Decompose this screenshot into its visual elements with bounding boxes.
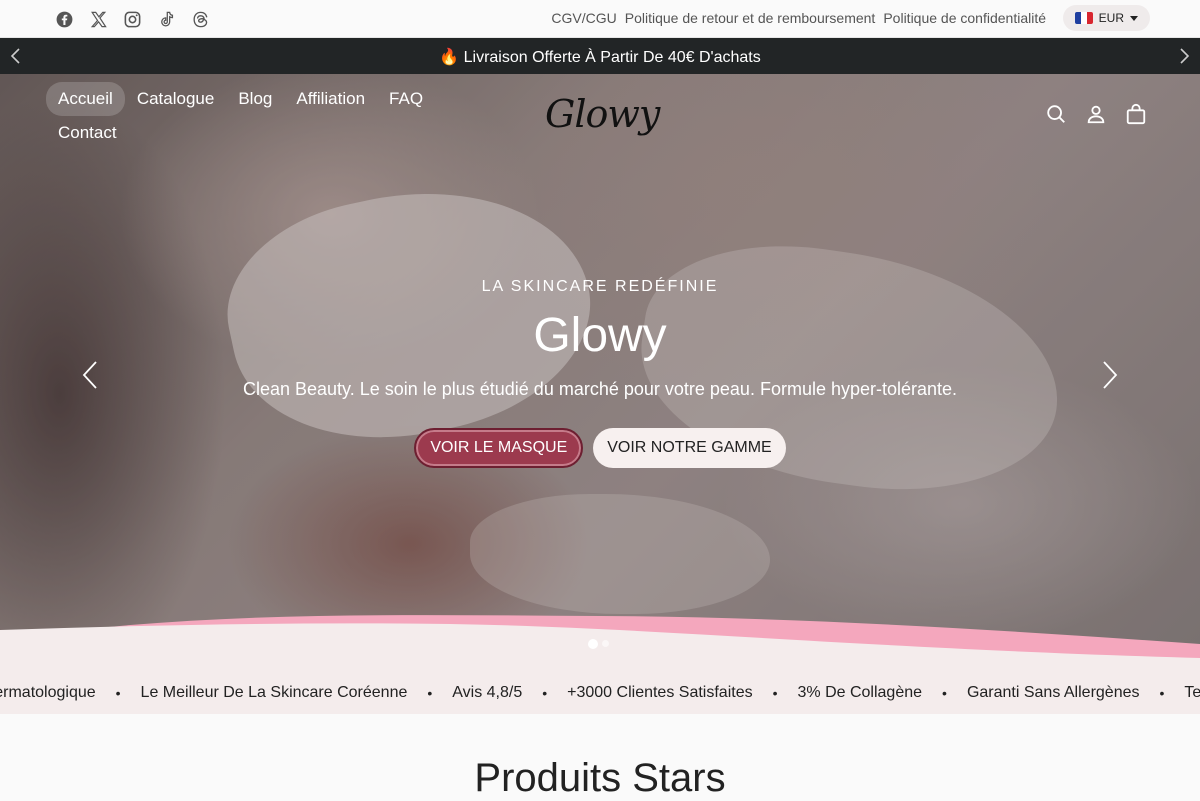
threads-icon[interactable]: [190, 9, 210, 29]
main-nav: Accueil Catalogue Blog Affiliation FAQ C…: [46, 82, 446, 150]
view-mask-button[interactable]: VOIR LE MASQUE: [414, 428, 584, 468]
marquee-text: Avis 4,8/5: [452, 684, 523, 701]
chevron-down-icon: [1130, 15, 1138, 21]
bullet-icon: •: [115, 685, 121, 701]
marquee-item: +3000 Clientes Satisfaites •: [567, 684, 797, 702]
search-icon[interactable]: [1044, 102, 1068, 126]
link-refund-policy[interactable]: Politique de retour et de remboursement: [625, 10, 876, 26]
slide-dot-1[interactable]: [588, 639, 598, 649]
france-flag-icon: [1074, 12, 1093, 24]
nav-item-affiliation[interactable]: Affiliation: [284, 82, 377, 116]
marquee-item: Le Meilleur De La Skincare Coréenne •: [141, 684, 453, 702]
bullet-icon: •: [1159, 685, 1165, 701]
bullet-icon: •: [772, 685, 778, 701]
marquee-text: Testé Dermatologique: [0, 684, 96, 701]
nav-item-accueil[interactable]: Accueil: [46, 82, 125, 116]
benefits-marquee: Testé Dermatologique • Le Meilleur De La …: [0, 672, 1200, 714]
marquee-text: Le Meilleur De La Skincare Coréenne: [140, 684, 408, 701]
cart-icon[interactable]: [1124, 102, 1148, 126]
bullet-icon: •: [427, 685, 433, 701]
hero-subtitle: LA SKINCARE REDÉFINIE: [481, 278, 719, 295]
marquee-track: Testé Dermatologique • Le Meilleur De La …: [0, 684, 1200, 702]
slide-indicators: [588, 639, 609, 649]
currency-code: EUR: [1098, 11, 1124, 25]
bullet-icon: •: [542, 685, 548, 701]
slide-dot-2[interactable]: [602, 640, 609, 647]
nav-item-blog[interactable]: Blog: [226, 82, 284, 116]
bullet-icon: •: [942, 685, 947, 701]
nav-item-faq[interactable]: FAQ: [377, 82, 435, 116]
social-links: [54, 9, 210, 29]
announcement-bar: 🔥 Livraison Offerte À Partir De 40€ D'ac…: [0, 38, 1200, 74]
marquee-text: +3000 Clientes Satisfaites: [567, 684, 753, 701]
marquee-item: Garanti Sans Allergènes •: [967, 684, 1184, 702]
brand-logo[interactable]: Glowy: [545, 84, 660, 144]
utility-bar: CGV/CGU Politique de retour et de rembou…: [0, 0, 1200, 38]
nav-item-contact[interactable]: Contact: [46, 116, 129, 150]
hero-banner: Accueil Catalogue Blog Affiliation FAQ C…: [0, 74, 1200, 644]
section-title: Produits Stars: [474, 756, 726, 800]
tiktok-icon[interactable]: [156, 9, 176, 29]
hero-description: Clean Beauty. Le soin le plus étudié du …: [242, 379, 958, 399]
link-cgv[interactable]: CGV/CGU: [551, 10, 616, 26]
announcement-text: 🔥 Livraison Offerte À Partir De 40€ D'ac…: [439, 49, 761, 66]
marquee-item: Avis 4,8/5 •: [452, 684, 567, 702]
hero-actions: VOIR LE MASQUE VOIR NOTRE GAMME: [0, 428, 1200, 468]
marquee-text: Testé Dermatologique: [1184, 684, 1200, 701]
marquee-item: Testé Dermatologique: [1184, 684, 1200, 702]
marquee-text: Garanti Sans Allergènes: [966, 684, 1140, 701]
link-privacy-policy[interactable]: Politique de confidentialité: [883, 10, 1046, 26]
currency-selector[interactable]: EUR: [1062, 5, 1150, 31]
nav-item-catalogue[interactable]: Catalogue: [125, 82, 227, 116]
view-range-button[interactable]: VOIR NOTRE GAMME: [593, 428, 786, 468]
hero-title: Glowy: [533, 309, 667, 362]
instagram-icon[interactable]: [122, 9, 142, 29]
account-icon[interactable]: [1084, 102, 1108, 126]
marquee-item: Testé Dermatologique •: [0, 684, 141, 702]
header-icons: [1044, 102, 1148, 126]
wave-divider: [0, 615, 1200, 675]
legal-links: CGV/CGU Politique de retour et de rembou…: [551, 10, 1046, 26]
marquee-item: 3% De Collagène •: [798, 684, 967, 702]
marquee-text: 3% De Collagène: [797, 684, 923, 701]
x-icon[interactable]: [88, 9, 108, 29]
facebook-icon[interactable]: [54, 9, 74, 29]
announcement-next-icon[interactable]: [1176, 47, 1192, 65]
